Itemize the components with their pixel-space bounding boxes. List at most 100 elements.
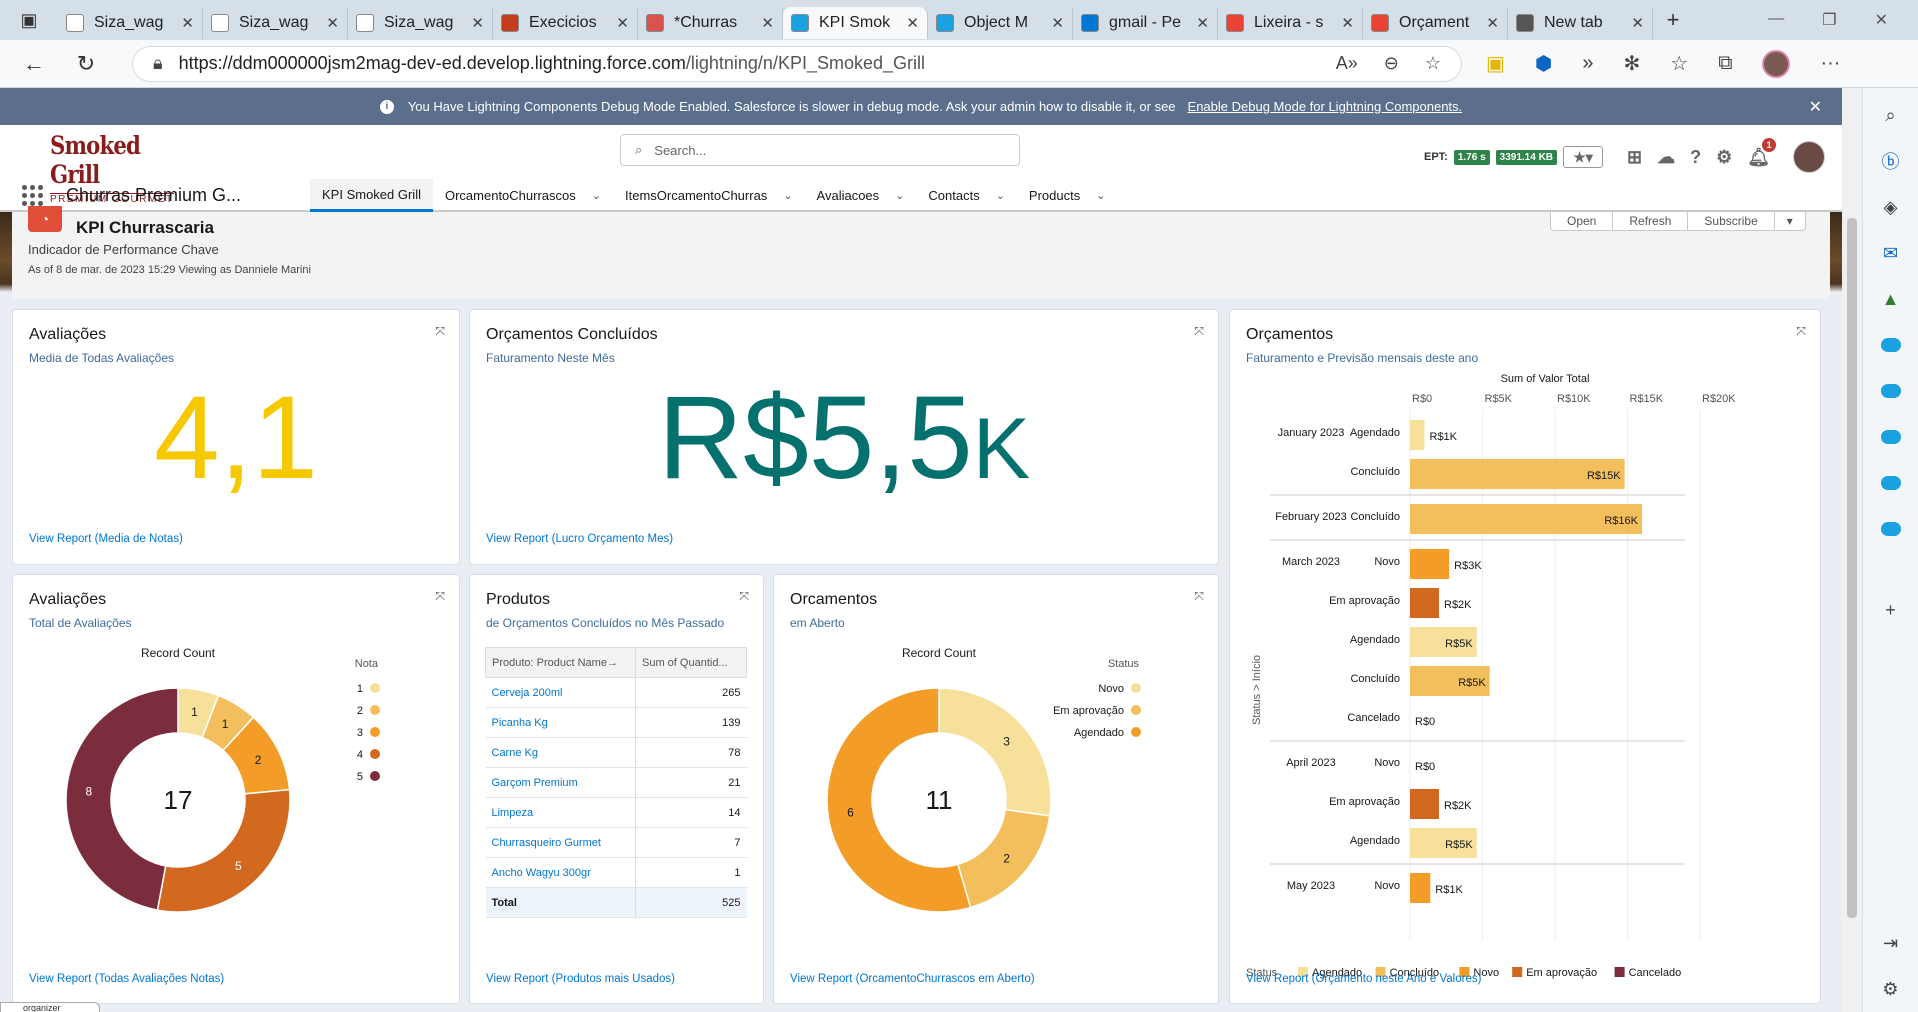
- back-icon[interactable]: ←: [8, 51, 60, 77]
- legend-swatch[interactable]: [370, 727, 380, 737]
- donut-slice[interactable]: [65, 687, 179, 911]
- close-tab-icon[interactable]: ✕: [1051, 14, 1064, 32]
- refresh-button[interactable]: Refresh: [1613, 212, 1689, 230]
- legend-swatch[interactable]: [370, 771, 380, 781]
- extensions-icon[interactable]: ✻: [1624, 51, 1641, 76]
- browser-tab[interactable]: Execicios ✕: [493, 7, 638, 39]
- browser-tab[interactable]: *Churras ✕: [638, 7, 783, 39]
- metric-value[interactable]: 4,1: [13, 370, 459, 506]
- chevron-down-icon[interactable]: ⌄: [1096, 189, 1105, 202]
- drop-icon[interactable]: ▲: [1876, 284, 1906, 314]
- reload-icon[interactable]: ↻: [60, 51, 112, 77]
- expand-icon[interactable]: ⤧: [1194, 324, 1204, 339]
- collections-icon[interactable]: ⧉: [1718, 52, 1732, 75]
- browser-tab[interactable]: gmail - Pe ✕: [1073, 7, 1218, 39]
- chevron-down-icon[interactable]: ⌄: [592, 189, 601, 202]
- view-report-link[interactable]: View Report (Todas Avaliações Notas): [29, 973, 224, 985]
- chevron-down-icon[interactable]: ⌄: [783, 189, 792, 202]
- restore-icon[interactable]: ❐: [1822, 10, 1836, 30]
- subscribe-button[interactable]: Subscribe: [1688, 212, 1775, 230]
- legend-swatch[interactable]: [370, 705, 380, 715]
- expand-icon[interactable]: ⤧: [1796, 324, 1806, 339]
- zoom-icon[interactable]: ⊖: [1384, 53, 1399, 74]
- expand-icon[interactable]: ⤧: [739, 589, 749, 604]
- close-tab-icon[interactable]: ✕: [1486, 14, 1499, 32]
- extension-shield-icon[interactable]: ⬢: [1535, 51, 1552, 76]
- office-icon[interactable]: [1881, 560, 1900, 579]
- legend-swatch[interactable]: [1512, 967, 1523, 977]
- close-tab-icon[interactable]: ✕: [1631, 14, 1644, 32]
- search-icon[interactable]: ⌕: [1876, 100, 1906, 130]
- salesforce-icon[interactable]: [1876, 330, 1906, 360]
- new-tab-button[interactable]: +: [1653, 7, 1693, 33]
- view-report-link[interactable]: View Report (Orçamento neste Ano e Valor…: [1246, 973, 1481, 985]
- close-tab-icon[interactable]: ✕: [326, 14, 339, 32]
- close-window-icon[interactable]: ✕: [1875, 10, 1888, 30]
- view-report-link[interactable]: View Report (Media de Notas): [29, 533, 183, 545]
- browser-tab[interactable]: Object M ✕: [928, 7, 1073, 39]
- legend-swatch[interactable]: [1131, 727, 1141, 737]
- salesforce-icon[interactable]: [1876, 468, 1906, 498]
- legend-swatch[interactable]: [1131, 705, 1141, 715]
- view-report-link[interactable]: View Report (OrcamentoChurrascos em Aber…: [790, 973, 1035, 985]
- nav-item[interactable]: KPI Smoked Grill: [310, 179, 433, 212]
- url-field[interactable]: 🔒︎ https://ddm000000jsm2mag-dev-ed.devel…: [132, 45, 1462, 82]
- expand-icon[interactable]: ⤧: [435, 589, 445, 604]
- global-search-input[interactable]: ⌕ Search...: [620, 134, 1020, 166]
- global-add-icon[interactable]: ⊞: [1627, 147, 1642, 168]
- product-link[interactable]: Carne Kg: [485, 737, 636, 768]
- profile-avatar[interactable]: [1762, 49, 1791, 78]
- browser-tab[interactable]: Lixeira - s ✕: [1218, 7, 1363, 39]
- browser-tab[interactable]: KPI Smok ✕: [783, 7, 928, 39]
- expand-icon[interactable]: ⤧: [435, 324, 445, 339]
- browser-tab[interactable]: Siza_wag ✕: [58, 7, 203, 39]
- bing-icon[interactable]: ⓑ: [1876, 146, 1906, 176]
- favorites-icon[interactable]: ☆: [1670, 51, 1688, 76]
- nav-item[interactable]: Contacts ⌄: [916, 179, 1017, 212]
- browser-tab[interactable]: Orçament ✕: [1363, 7, 1508, 39]
- bar[interactable]: [1410, 549, 1450, 579]
- metric-value[interactable]: R$5,5K: [470, 370, 1218, 506]
- view-report-link[interactable]: View Report (Produtos mais Usados): [486, 973, 675, 985]
- nav-item[interactable]: OrcamentoChurrascos ⌄: [433, 179, 613, 212]
- open-button[interactable]: Open: [1551, 212, 1614, 230]
- more-icon[interactable]: ···: [1820, 52, 1840, 75]
- nav-item[interactable]: Avaliacoes ⌄: [805, 179, 917, 212]
- trailhead-icon[interactable]: ☁: [1657, 147, 1675, 168]
- bar[interactable]: [1410, 873, 1431, 903]
- legend-swatch[interactable]: [1131, 683, 1141, 693]
- salesforce-icon[interactable]: [1876, 376, 1906, 406]
- outlook-icon[interactable]: ✉: [1876, 238, 1906, 268]
- legend-swatch[interactable]: [1614, 967, 1625, 977]
- product-link[interactable]: Picanha Kg: [485, 707, 636, 738]
- close-tab-icon[interactable]: ✕: [471, 14, 484, 32]
- close-icon[interactable]: ✕: [1809, 97, 1822, 117]
- chevron-down-icon[interactable]: ▾: [1775, 212, 1805, 230]
- minimize-icon[interactable]: —: [1768, 10, 1784, 30]
- close-tab-icon[interactable]: ✕: [181, 14, 194, 32]
- bar[interactable]: [1410, 789, 1439, 819]
- chevrons-right-icon[interactable]: »: [1582, 52, 1593, 75]
- browser-tab[interactable]: Siza_wag ✕: [203, 7, 348, 39]
- notification-bell-icon[interactable]: 🔔︎ 1: [1747, 137, 1777, 168]
- favorite-star-icon[interactable]: ☆: [1425, 53, 1441, 74]
- product-link[interactable]: Limpeza: [485, 797, 636, 828]
- read-aloud-icon[interactable]: A»: [1336, 53, 1358, 74]
- favorites-star-icon[interactable]: ★▾: [1563, 146, 1604, 168]
- close-tab-icon[interactable]: ✕: [1341, 14, 1354, 32]
- legend-swatch[interactable]: [370, 749, 380, 759]
- product-link[interactable]: Ancho Wagyu 300gr: [485, 857, 636, 888]
- logo[interactable]: Smoked Grill PREMIUM GOURMET: [50, 131, 180, 205]
- extension-square-icon[interactable]: ▣: [1486, 51, 1505, 76]
- chevron-down-icon[interactable]: ⌄: [895, 189, 904, 202]
- close-tab-icon[interactable]: ✕: [906, 14, 919, 32]
- chevron-down-icon[interactable]: ⌄: [996, 189, 1005, 202]
- column-header-product[interactable]: Produto: Product Name→: [485, 647, 636, 678]
- tab-actions-icon[interactable]: ▣: [0, 0, 58, 40]
- app-launcher-icon[interactable]: [22, 185, 46, 206]
- close-tab-icon[interactable]: ✕: [616, 14, 629, 32]
- user-avatar[interactable]: [1793, 141, 1826, 173]
- close-tab-icon[interactable]: ✕: [761, 14, 774, 32]
- setup-gear-icon[interactable]: ⚙: [1716, 147, 1732, 168]
- help-icon[interactable]: ?: [1690, 147, 1701, 168]
